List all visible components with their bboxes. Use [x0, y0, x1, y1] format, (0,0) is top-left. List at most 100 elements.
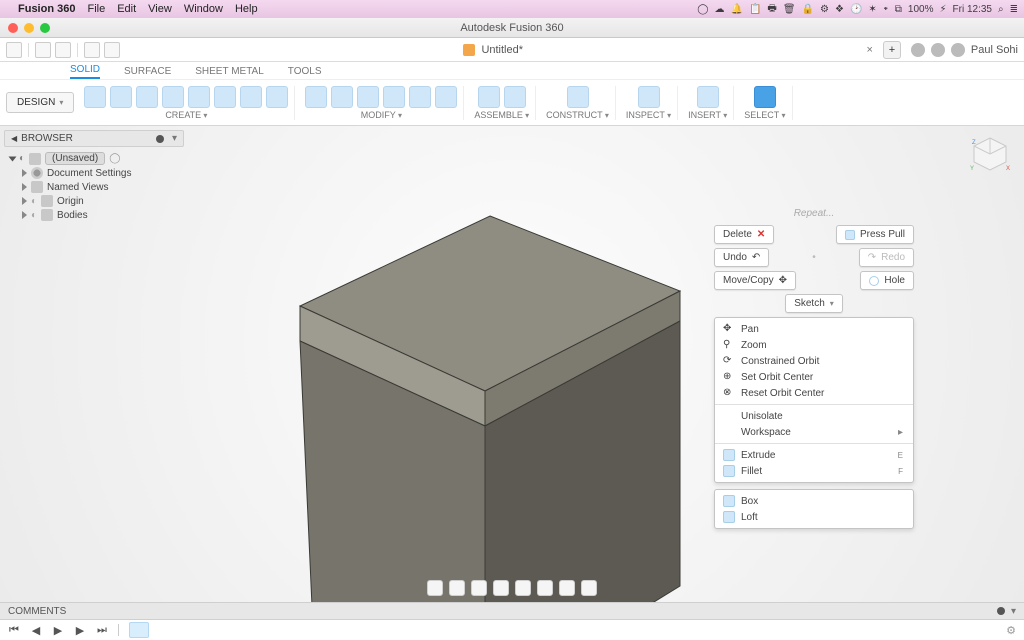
viewport[interactable]: ◀ BROWSER ▾ ◐ (Unsaved) ◯ Document Setti…: [0, 126, 1024, 602]
tree-root[interactable]: ◐ (Unsaved) ◯: [6, 151, 182, 166]
ctx-set-orbit-center[interactable]: ⊕Set Orbit Center: [715, 369, 913, 385]
tab-solid[interactable]: SOLID: [70, 64, 100, 79]
ribbon-label-select[interactable]: SELECT: [744, 110, 785, 120]
file-menu-icon[interactable]: [35, 42, 51, 58]
ctx-constrained-orbit[interactable]: ⟳Constrained Orbit: [715, 353, 913, 369]
insert-icon[interactable]: [697, 86, 719, 108]
timeline-play-icon[interactable]: ▶: [52, 624, 64, 636]
ctx-pan[interactable]: ✥Pan: [715, 321, 913, 337]
comments-options-icon[interactable]: [997, 607, 1005, 615]
extensions-icon[interactable]: [911, 43, 925, 57]
ctx-reset-orbit-center[interactable]: ⊗Reset Orbit Center: [715, 385, 913, 401]
tree-bodies[interactable]: ◐Bodies: [6, 208, 182, 222]
tree-document-settings[interactable]: Document Settings: [6, 166, 182, 180]
as-built-joint-icon[interactable]: [504, 86, 526, 108]
combine-icon[interactable]: [409, 86, 431, 108]
comments-collapse-icon[interactable]: ▾: [1011, 606, 1016, 617]
document-tab[interactable]: Untitled*: [126, 44, 860, 56]
ribbon-label-insert[interactable]: INSERT: [688, 110, 727, 120]
ctx-zoom[interactable]: ⚲Zoom: [715, 337, 913, 353]
ctx-delete-button[interactable]: Delete✕: [714, 225, 774, 244]
loft-icon[interactable]: [266, 86, 288, 108]
workspace-switcher[interactable]: DESIGN: [6, 92, 74, 113]
shell-icon[interactable]: [383, 86, 405, 108]
ctx-box[interactable]: Box: [715, 493, 913, 509]
ribbon-label-construct[interactable]: CONSTRUCT: [546, 110, 609, 120]
tree-named-views[interactable]: Named Views: [6, 180, 182, 194]
sweep-icon[interactable]: [240, 86, 262, 108]
menu-window[interactable]: Window: [184, 3, 223, 15]
grid-settings-icon[interactable]: [559, 580, 575, 596]
ctx-press-pull-button[interactable]: Press Pull: [836, 225, 914, 244]
ctx-workspace[interactable]: Workspace▸: [715, 424, 913, 440]
move-icon[interactable]: [435, 86, 457, 108]
timeline-next-icon[interactable]: ▶: [74, 624, 86, 636]
ctx-undo-button[interactable]: Undo↶: [714, 248, 769, 267]
menu-file[interactable]: File: [87, 3, 105, 15]
menu-view[interactable]: View: [148, 3, 172, 15]
ctx-hole-button[interactable]: Hole: [860, 271, 914, 290]
app-name[interactable]: Fusion 360: [18, 3, 75, 15]
save-icon[interactable]: [55, 42, 71, 58]
undo-icon[interactable]: [84, 42, 100, 58]
revolve-icon[interactable]: [214, 86, 236, 108]
ribbon-label-assemble[interactable]: ASSEMBLE: [474, 110, 529, 120]
tree-origin[interactable]: ◐Origin: [6, 194, 182, 208]
notifications-icon[interactable]: [931, 43, 945, 57]
look-at-icon[interactable]: [449, 580, 465, 596]
user-name[interactable]: Paul Sohi: [971, 44, 1018, 56]
press-pull-icon[interactable]: [305, 86, 327, 108]
timeline-start-icon[interactable]: ⏮: [8, 624, 20, 636]
menu-edit[interactable]: Edit: [117, 3, 136, 15]
ctx-move-copy-button[interactable]: Move/Copy✥: [714, 271, 796, 290]
browser-header[interactable]: ◀ BROWSER ▾: [4, 130, 184, 147]
ribbon-label-modify[interactable]: MODIFY: [361, 110, 402, 120]
pan-icon[interactable]: [471, 580, 487, 596]
zoom-icon[interactable]: [493, 580, 509, 596]
timeline-prev-icon[interactable]: ◀: [30, 624, 42, 636]
comments-bar[interactable]: COMMENTS ▾: [0, 602, 1024, 620]
ribbon-label-create[interactable]: CREATE: [165, 110, 207, 120]
tab-surface[interactable]: SURFACE: [124, 66, 171, 79]
box-icon[interactable]: [110, 86, 132, 108]
browser-options-icon[interactable]: [156, 135, 164, 143]
sketch-icon[interactable]: [84, 86, 106, 108]
viewcube[interactable]: Z X Y: [970, 134, 1010, 174]
close-tab-icon[interactable]: ×: [866, 44, 872, 56]
timeline-end-icon[interactable]: ⏭: [96, 624, 108, 636]
ribbon-label-inspect[interactable]: INSPECT: [626, 110, 671, 120]
ctx-extrude[interactable]: ExtrudeE: [715, 447, 913, 463]
redo-icon[interactable]: [104, 42, 120, 58]
joint-icon[interactable]: [478, 86, 500, 108]
ctx-unisolate[interactable]: Unisolate: [715, 408, 913, 424]
cylinder-icon[interactable]: [136, 86, 158, 108]
chamfer-icon[interactable]: [357, 86, 379, 108]
measure-icon[interactable]: [638, 86, 660, 108]
ribbon-toolbar: DESIGN CREATE MODIFY ASSEMBLE CONST: [0, 80, 1024, 126]
browser-collapse-icon[interactable]: ▾: [172, 133, 177, 144]
extrude-icon[interactable]: [188, 86, 210, 108]
folder-icon: [31, 181, 43, 193]
menu-help[interactable]: Help: [235, 3, 258, 15]
tab-tools[interactable]: TOOLS: [288, 66, 322, 79]
ctx-sketch-button[interactable]: Sketch: [785, 294, 843, 313]
ctx-fillet[interactable]: FilletF: [715, 463, 913, 479]
select-icon[interactable]: [754, 86, 776, 108]
ribbon-group-insert: INSERT: [682, 86, 734, 120]
fit-icon[interactable]: [515, 580, 531, 596]
orbit-icon[interactable]: [427, 580, 443, 596]
plane-icon[interactable]: [567, 86, 589, 108]
fillet-icon[interactable]: [331, 86, 353, 108]
display-settings-icon[interactable]: [537, 580, 553, 596]
ctx-loft[interactable]: Loft: [715, 509, 913, 525]
data-panel-icon[interactable]: [6, 42, 22, 58]
viewport-layout-icon[interactable]: [581, 580, 597, 596]
timeline-settings-icon[interactable]: ⚙: [1006, 624, 1016, 637]
ctx-repeat[interactable]: Repeat...: [786, 206, 843, 221]
timeline-feature-1[interactable]: [129, 622, 149, 638]
sphere-icon[interactable]: [162, 86, 184, 108]
job-status-icon[interactable]: [951, 43, 965, 57]
new-tab-button[interactable]: +: [883, 41, 901, 59]
ctx-redo-button: ↷Redo: [859, 248, 914, 267]
tab-sheet-metal[interactable]: SHEET METAL: [195, 66, 264, 79]
